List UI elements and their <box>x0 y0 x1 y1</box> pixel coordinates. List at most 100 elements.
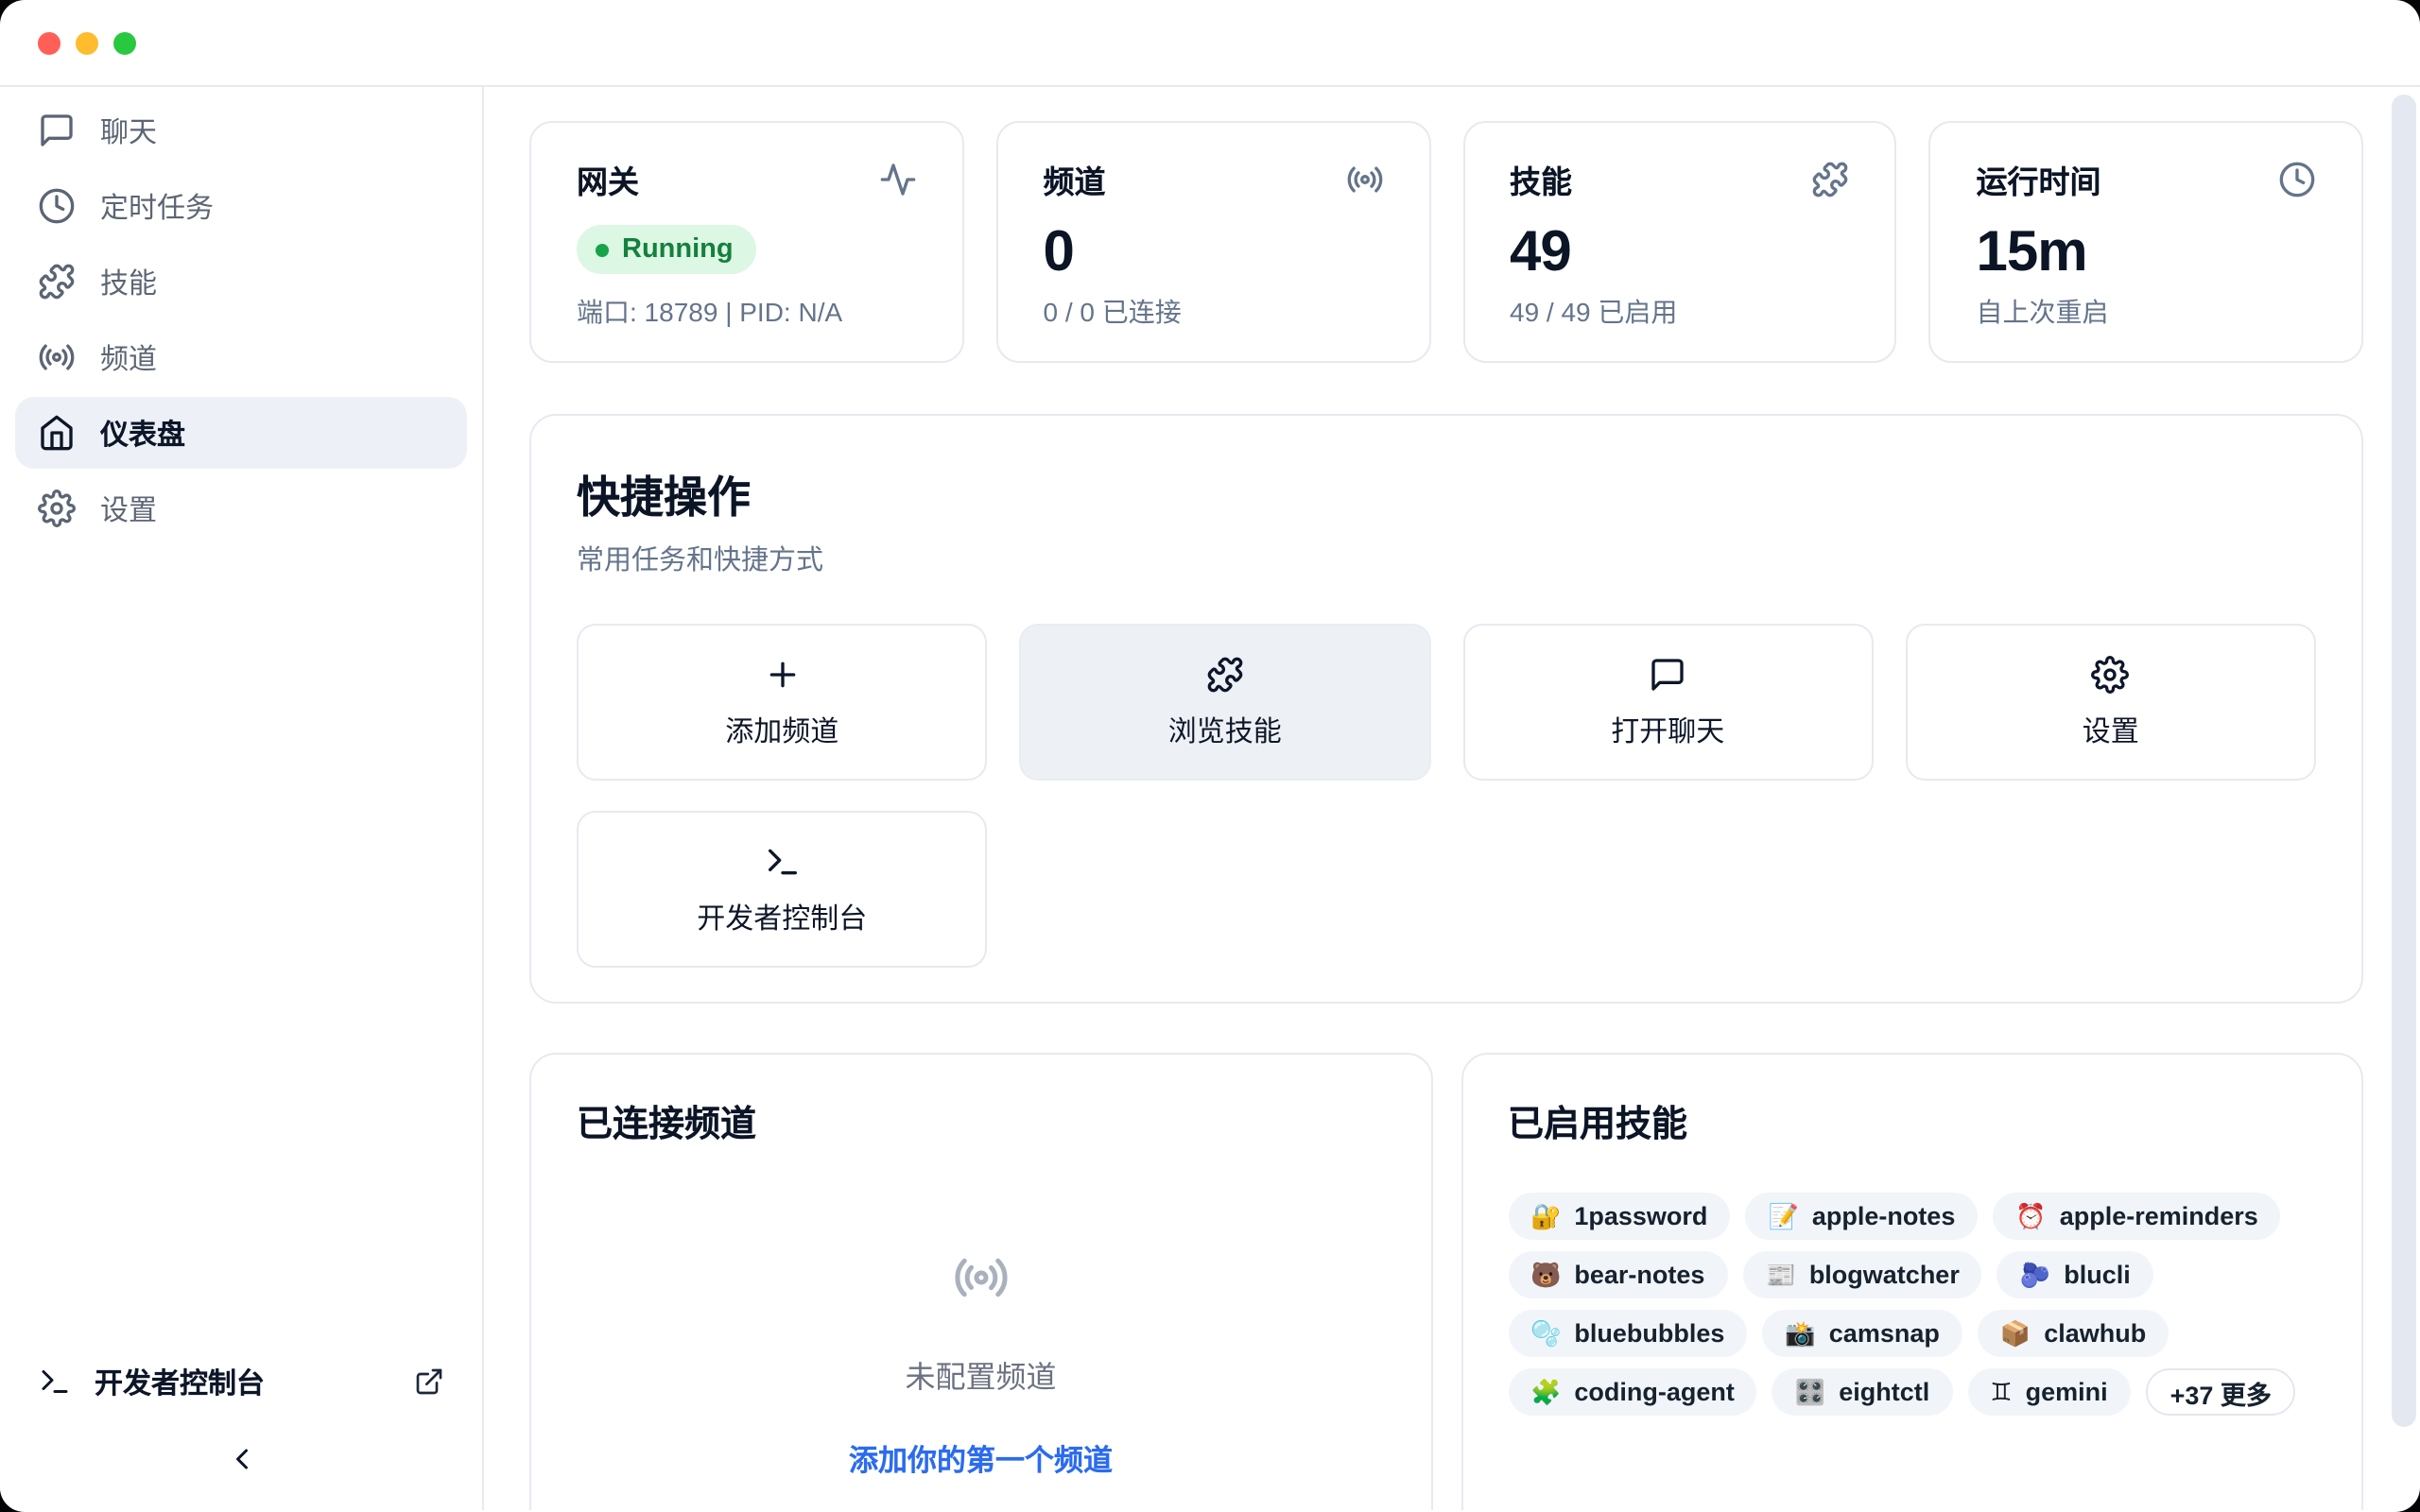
stat-caption: 49 / 49 已启用 <box>1510 293 1850 331</box>
puzzle-icon <box>1206 655 1244 693</box>
action-browse-skills-button[interactable]: 浏览技能 <box>1020 624 1431 781</box>
stat-card-header: 运行时间 <box>1977 157 2317 202</box>
skill-name: bluebubbles <box>1574 1319 1724 1348</box>
action-label: 浏览技能 <box>1168 710 1282 749</box>
skill-tag-apple-notes: 📝apple-notes <box>1745 1193 1978 1240</box>
message-square-icon <box>1649 655 1686 693</box>
zoom-button[interactable] <box>113 31 136 54</box>
skill-name: eightctl <box>1839 1378 1929 1406</box>
skill-name: blogwatcher <box>1809 1261 1960 1289</box>
connected-channels-card: 已连接频道 未配置频道 添加你的第一个频道 <box>529 1053 1432 1510</box>
sidebar: 聊天定时任务技能频道仪表盘设置 开发者控制台 <box>0 87 484 1510</box>
skill-name: 1password <box>1574 1202 1707 1230</box>
skill-emoji: 📦 <box>2000 1318 2031 1349</box>
gear-icon <box>2092 655 2130 693</box>
sidebar-item-dashboard[interactable]: 仪表盘 <box>15 397 467 469</box>
skill-tag-bear-notes: 🐻bear-notes <box>1508 1251 1727 1298</box>
skill-name: apple-notes <box>1812 1202 1956 1230</box>
sidebar-nav: 聊天定时任务技能频道仪表盘设置 <box>15 94 467 548</box>
stats-grid: 网关 Running 端口: 18789 | PID: N/A 频道00 / 0 已连… <box>529 121 2363 363</box>
sidebar-collapse-button[interactable] <box>15 1427 467 1491</box>
terminal-icon <box>38 1365 72 1399</box>
main-content: 网关 Running 端口: 18789 | PID: N/A 频道00 / 0 已连… <box>484 87 2420 1510</box>
skill-tag-clawhub: 📦clawhub <box>1978 1310 2169 1357</box>
action-settings-button[interactable]: 设置 <box>1906 624 2317 781</box>
sidebar-item-label: 技能 <box>100 262 157 301</box>
house-icon <box>38 414 76 452</box>
skills-tags: 🔐1password 📝apple-notes ⏰apple-reminders 🐻b… <box>1508 1193 2316 1416</box>
skill-tag-eightctl: 🎛️ eightctl <box>1772 1368 1952 1416</box>
sidebar-item-skills[interactable]: 技能 <box>15 246 467 318</box>
stat-card-uptime: 运行时间 15m 自上次重启 <box>1929 121 2364 363</box>
stat-caption: 端口: 18789 | PID: N/A <box>577 293 917 331</box>
skill-tag-1password: 🔐1password <box>1508 1193 1730 1240</box>
stat-card-header: 频道 <box>1044 157 1384 202</box>
skill-name: coding-agent <box>1574 1378 1735 1406</box>
skill-name: camsnap <box>1829 1319 1940 1348</box>
scrollbar-thumb[interactable] <box>2392 94 2416 1427</box>
clock-icon <box>38 187 76 225</box>
stat-caption: 自上次重启 <box>1977 293 2317 331</box>
connected-channels-title: 已连接频道 <box>577 1096 1385 1147</box>
enabled-skills-card: 已启用技能 🔐1password 📝apple-notes ⏰apple-remin… <box>1461 1053 2363 1510</box>
action-label: 打开聊天 <box>1611 710 1724 749</box>
sidebar-item-chat[interactable]: 聊天 <box>15 94 467 166</box>
skill-tag-blucli: 🫐 blucli <box>1997 1251 2153 1298</box>
channels-empty-state: 未配置频道 添加你的第一个频道 <box>577 1249 1385 1480</box>
action-add-channel-button[interactable]: 添加频道 <box>577 624 988 781</box>
skill-tag-apple-reminders: ⏰apple-reminders <box>1993 1193 2280 1240</box>
app-window: 聊天定时任务技能频道仪表盘设置 开发者控制台 网关Running端口: 1878… <box>0 0 2420 1512</box>
action-dev-console-button[interactable]: 开发者控制台 <box>577 811 988 968</box>
sidebar-item-scheduled-tasks[interactable]: 定时任务 <box>15 170 467 242</box>
sidebar-item-settings[interactable]: 设置 <box>15 472 467 544</box>
sidebar-item-label: 定时任务 <box>100 186 214 226</box>
stat-value: 15m <box>1977 221 2317 285</box>
message-square-icon <box>38 112 76 149</box>
stat-title: 网关 <box>577 157 639 202</box>
sidebar-item-label: 聊天 <box>100 111 157 150</box>
skill-emoji: 🧩 <box>1530 1377 1561 1407</box>
stat-title: 频道 <box>1044 157 1106 202</box>
channels-empty-text: 未配置频道 <box>905 1351 1056 1397</box>
minimize-button[interactable] <box>76 31 98 54</box>
stat-title: 技能 <box>1510 157 1572 202</box>
stat-card-channels: 频道00 / 0 已连接 <box>996 121 1431 363</box>
skill-name: blucli <box>2064 1261 2131 1289</box>
activity-icon <box>879 161 917 198</box>
sidebar-dev-console-button[interactable]: 开发者控制台 <box>15 1344 467 1419</box>
radio-icon <box>1345 161 1383 198</box>
sidebar-item-label: 设置 <box>100 489 157 528</box>
action-open-chat-button[interactable]: 打开聊天 <box>1462 624 1874 781</box>
skill-emoji: 🫧 <box>1530 1318 1561 1349</box>
radio-icon <box>953 1249 1010 1306</box>
external-link-icon[interactable] <box>414 1366 444 1397</box>
clock-icon <box>2278 161 2316 198</box>
stat-card-header: 技能 <box>1510 157 1850 202</box>
skill-name: bear-notes <box>1574 1261 1704 1289</box>
skill-tag-coding-agent: 🧩 coding-agent <box>1508 1368 1757 1416</box>
enabled-skills-title: 已启用技能 <box>1508 1096 2316 1147</box>
actions-grid: 添加频道浏览技能 打开聊天 设置开发者控制台 <box>577 624 2316 968</box>
action-label: 开发者控制台 <box>697 897 867 936</box>
stat-title: 运行时间 <box>1977 157 2101 202</box>
puzzle-icon <box>1812 161 1850 198</box>
sidebar-item-channels[interactable]: 频道 <box>15 321 467 393</box>
add-first-channel-link[interactable]: 添加你的第一个频道 <box>849 1438 1113 1480</box>
gear-icon <box>38 490 76 527</box>
skill-emoji: 🎛️ <box>1795 1377 1825 1407</box>
skill-tag-gemini: ♊gemini <box>1967 1368 2130 1416</box>
stat-caption: 0 / 0 已连接 <box>1044 293 1384 331</box>
skill-name: apple-reminders <box>2060 1202 2258 1230</box>
quick-actions-panel: 快捷操作 常用任务和快捷方式 添加频道浏览技能打开聊天设置开发者控制台 <box>529 414 2363 1004</box>
skill-name: gemini <box>2026 1378 2108 1406</box>
skill-tag-camsnap: 📸 camsnap <box>1762 1310 1962 1357</box>
quick-actions-subtitle: 常用任务和快捷方式 <box>577 539 2316 578</box>
skill-emoji: 🫐 <box>2020 1260 2050 1290</box>
status-badge: Running <box>577 225 756 274</box>
status-dot <box>596 243 609 256</box>
stat-card-skills: 技能4949 / 49 已启用 <box>1462 121 1897 363</box>
skill-emoji: 📸 <box>1785 1318 1815 1349</box>
skills-more-button[interactable]: +37 更多 <box>2146 1368 2296 1416</box>
close-button[interactable] <box>38 31 60 54</box>
titlebar <box>0 0 2420 87</box>
